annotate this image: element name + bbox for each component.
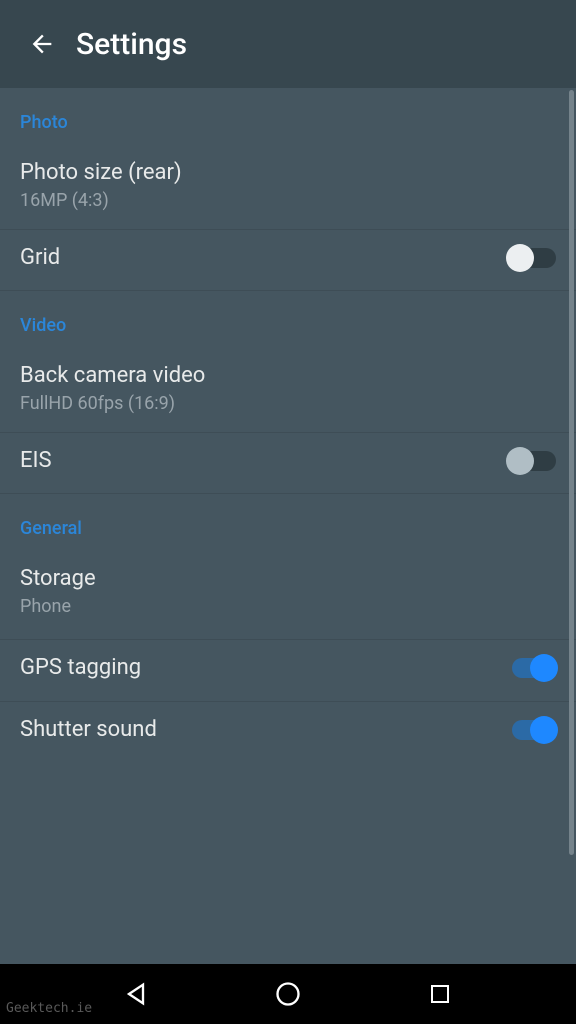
- back-camera-subtitle: FullHD 60fps (16:9): [20, 393, 556, 414]
- section-header-photo: Photo: [0, 88, 576, 145]
- setting-gps[interactable]: GPS tagging: [0, 640, 576, 702]
- eis-title: EIS: [20, 447, 508, 476]
- section-header-general: General: [0, 494, 576, 551]
- nav-back-button[interactable]: [112, 970, 160, 1018]
- setting-back-camera[interactable]: Back camera video FullHD 60fps (16:9): [0, 348, 576, 433]
- scrollbar[interactable]: [569, 90, 574, 855]
- page-title: Settings: [76, 27, 187, 62]
- shutter-toggle[interactable]: [508, 720, 556, 740]
- app-header: Settings: [0, 0, 576, 88]
- setting-photo-size[interactable]: Photo size (rear) 16MP (4:3): [0, 145, 576, 230]
- triangle-back-icon: [122, 980, 150, 1008]
- section-header-video: Video: [0, 291, 576, 348]
- back-camera-title: Back camera video: [20, 362, 556, 391]
- settings-content: Photo Photo size (rear) 16MP (4:3) Grid …: [0, 88, 576, 964]
- arrow-back-icon: [28, 30, 56, 58]
- grid-toggle[interactable]: [508, 248, 556, 268]
- circle-home-icon: [274, 980, 302, 1008]
- storage-title: Storage: [20, 565, 556, 594]
- nav-recent-button[interactable]: [416, 970, 464, 1018]
- gps-toggle[interactable]: [508, 658, 556, 678]
- grid-title: Grid: [20, 244, 508, 273]
- square-recent-icon: [428, 982, 452, 1006]
- shutter-title: Shutter sound: [20, 716, 508, 745]
- nav-home-button[interactable]: [264, 970, 312, 1018]
- back-button[interactable]: [18, 20, 66, 68]
- setting-grid[interactable]: Grid: [0, 230, 576, 292]
- setting-storage[interactable]: Storage Phone: [0, 551, 576, 640]
- photo-size-subtitle: 16MP (4:3): [20, 190, 556, 211]
- setting-eis[interactable]: EIS: [0, 433, 576, 495]
- watermark: Geektech.ie: [6, 1001, 92, 1016]
- photo-size-title: Photo size (rear): [20, 159, 556, 188]
- gps-title: GPS tagging: [20, 654, 508, 683]
- setting-shutter[interactable]: Shutter sound: [0, 702, 576, 763]
- storage-subtitle: Phone: [20, 596, 556, 617]
- eis-toggle[interactable]: [508, 451, 556, 471]
